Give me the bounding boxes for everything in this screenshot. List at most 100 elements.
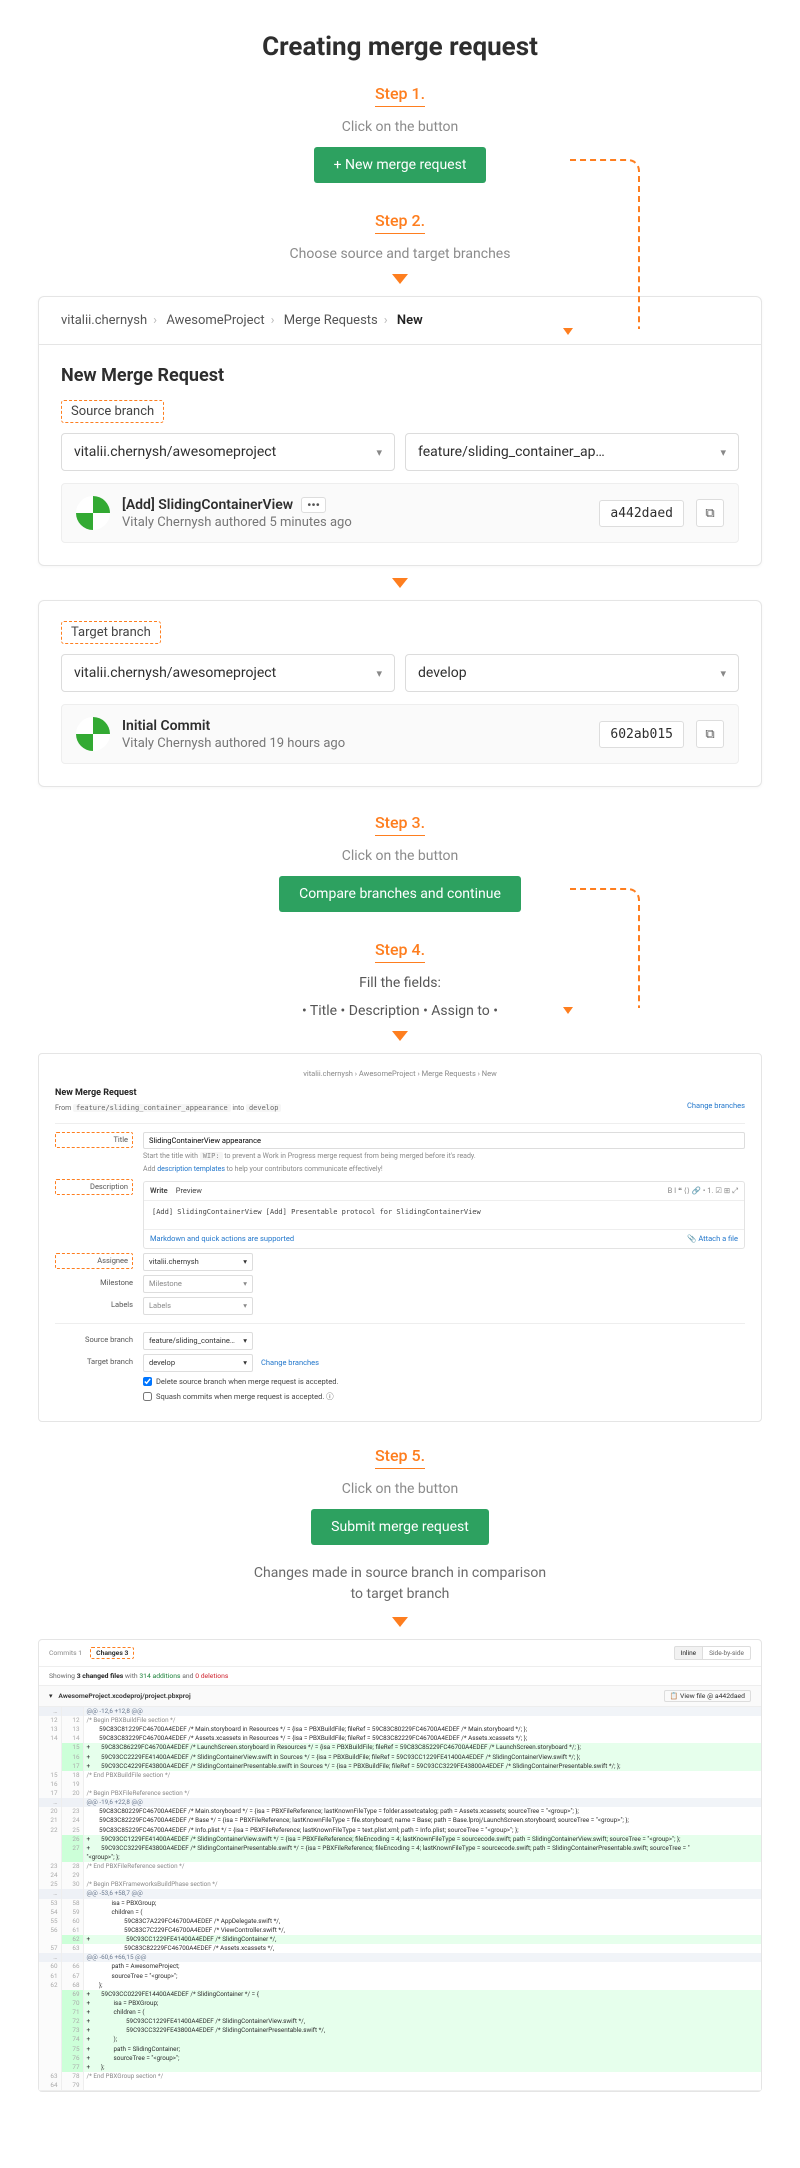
mr-form-screenshot: vitalii.chernysh › AwesomeProject › Merg… [38,1053,762,1422]
assignee-select[interactable]: vitalii.chernysh▾ [143,1253,253,1271]
title-input[interactable] [143,1132,745,1149]
caret-down-icon [392,1617,408,1627]
chevron-down-icon: ▾ [376,667,382,680]
target-commit-when: authored 19 hours ago [211,736,345,751]
source-commit-author: Vitaly Chernysh [122,515,211,530]
target-card: Target branch vitalii.chernysh/awesomepr… [38,600,762,787]
title-label: Title [55,1132,133,1148]
src-branch-select[interactable]: feature/sliding_containe…▾ [143,1332,253,1350]
caret-down-icon [392,274,408,284]
copy-icon[interactable]: ⧉ [696,720,724,748]
chevron-down-icon: ▾ [376,446,382,459]
target-commit-row: Initial Commit Vitaly Chernysh authored … [61,704,739,764]
target-commit-author: Vitaly Chernysh [122,736,211,751]
page-title: Creating merge request [0,32,800,62]
mini-from-line: From feature/sliding_container_appearanc… [55,1103,745,1114]
arrow-head-icon [563,1007,573,1014]
attach-file-link[interactable]: 📎 Attach a file [687,1233,738,1245]
step2-sub: Choose source and target branches [0,246,800,262]
arrow-head-icon [563,328,573,335]
target-branch-select[interactable]: develop ▾ [405,654,739,692]
crumb-section[interactable]: Merge Requests [284,313,378,328]
source-commit-when: authored 5 minutes ago [211,515,351,530]
diff-code: …@@ -12,6 +12,8 @@1212/* Begin PBXBuildF… [39,1707,761,2090]
change-branches-link-2[interactable]: Change branches [261,1357,319,1369]
collapse-icon[interactable]: ▾ [49,1692,52,1700]
step5-sub: Click on the button [0,1481,800,1497]
write-tab[interactable]: Write [150,1185,168,1197]
squash-checkbox[interactable]: Squash commits when merge request is acc… [143,1391,745,1403]
arrow-dashed [570,159,640,329]
milestone-label: Milestone [55,1275,133,1293]
template-hint: Add description templates to help your c… [143,1164,745,1175]
source-card: vitalii.chernysh› AwesomeProject› Merge … [38,296,762,566]
step3-sub: Click on the button [0,848,800,864]
copy-icon[interactable]: ⧉ [696,499,724,527]
step1-sub: Click on the button [0,119,800,135]
labels-select[interactable]: Labels▾ [143,1297,253,1315]
target-branch-value: develop [418,665,467,681]
labels-label: Labels [55,1297,133,1315]
target-commit-hash[interactable]: 602ab015 [599,721,684,748]
diff-intro: Changes made in source branch in compari… [0,1563,800,1605]
chevron-down-icon: ▾ [720,446,726,459]
tgt-branch-select[interactable]: develop▾ [143,1354,253,1372]
source-project-value: vitalii.chernysh/awesomeproject [74,444,276,460]
breadcrumb: vitalii.chernysh› AwesomeProject› Merge … [39,297,761,345]
step3-label: Step 3. [375,813,425,836]
markdown-support-link[interactable]: Markdown and quick actions are supported [150,1233,294,1245]
new-mr-heading: New Merge Request [61,365,739,386]
sidebyside-toggle[interactable]: Side-by-side [703,1646,751,1660]
source-project-select[interactable]: vitalii.chernysh/awesomeproject ▾ [61,433,395,471]
src-branch-label: Source branch [55,1332,133,1350]
target-commit-title[interactable]: Initial Commit [122,718,210,734]
avatar [76,496,110,530]
mini-heading: New Merge Request [55,1086,745,1100]
description-label: Description [55,1179,133,1195]
wip-hint: Start the title with WIP: to prevent a W… [143,1151,745,1162]
description-textarea[interactable]: [Add] SlidingContainerView [Add] Present… [144,1201,744,1229]
step2-label: Step 2. [375,211,425,234]
target-branch-label: Target branch [61,621,161,644]
source-branch-label: Source branch [61,400,164,423]
caret-down-icon [392,1031,408,1041]
tab-commits[interactable]: Commits 1 [49,1649,82,1657]
tgt-branch-label: Target branch [55,1354,133,1372]
step4-sub: Fill the fields: [0,975,800,991]
delete-src-checkbox[interactable]: Delete source branch when merge request … [143,1376,745,1388]
inline-toggle[interactable]: Inline [674,1646,704,1660]
source-commit-hash[interactable]: a442daed [599,500,684,527]
target-project-value: vitalii.chernysh/awesomeproject [74,665,276,681]
step1-label: Step 1. [375,84,425,107]
source-commit-row: [Add] SlidingContainerView ••• Vitaly Che… [61,483,739,543]
source-branch-value: feature/sliding_container_ap… [418,444,605,460]
crumb-project[interactable]: AwesomeProject [166,313,264,328]
submit-merge-request-button[interactable]: Submit merge request [311,1509,489,1545]
more-icon[interactable]: ••• [301,497,326,513]
diff-summary: Showing 3 changed files with 314 additio… [39,1667,761,1686]
crumb-current: New [397,313,423,328]
editor-toolbar[interactable]: B I ❝ ⟨⟩ 🔗 • 1. ☑ ⊞ ⤢ [668,1185,738,1197]
source-commit-title[interactable]: [Add] SlidingContainerView [122,497,293,513]
target-project-select[interactable]: vitalii.chernysh/awesomeproject ▾ [61,654,395,692]
diff-filename[interactable]: AwesomeProject.xcodeproj/project.pbxproj [58,1692,190,1700]
crumb-user[interactable]: vitalii.chernysh [61,313,147,328]
description-templates-link[interactable]: description templates [157,1165,225,1173]
view-file-link[interactable]: 📋 View file @ a442daed [664,1690,751,1702]
step4-label: Step 4. [375,940,425,963]
caret-down-icon [392,578,408,588]
tab-changes[interactable]: Changes 3 [90,1647,134,1659]
new-merge-request-button[interactable]: + New merge request [314,147,487,183]
mini-breadcrumb: vitalii.chernysh › AwesomeProject › Merg… [55,1068,745,1080]
avatar [76,717,110,751]
description-editor: Write Preview B I ❝ ⟨⟩ 🔗 • 1. ☑ ⊞ ⤢ [Add… [143,1181,745,1249]
step4-bullets: • Title • Description • Assign to • [0,1003,800,1019]
diff-panel: Commits 1 Changes 3 Inline Side-by-side … [38,1639,762,2092]
change-branches-link[interactable]: Change branches [687,1100,745,1112]
milestone-select[interactable]: Milestone▾ [143,1275,253,1293]
source-branch-select[interactable]: feature/sliding_container_ap… ▾ [405,433,739,471]
preview-tab[interactable]: Preview [176,1185,202,1197]
compare-branches-button[interactable]: Compare branches and continue [279,876,521,912]
assignee-label: Assignee [55,1253,133,1269]
chevron-down-icon: ▾ [720,667,726,680]
